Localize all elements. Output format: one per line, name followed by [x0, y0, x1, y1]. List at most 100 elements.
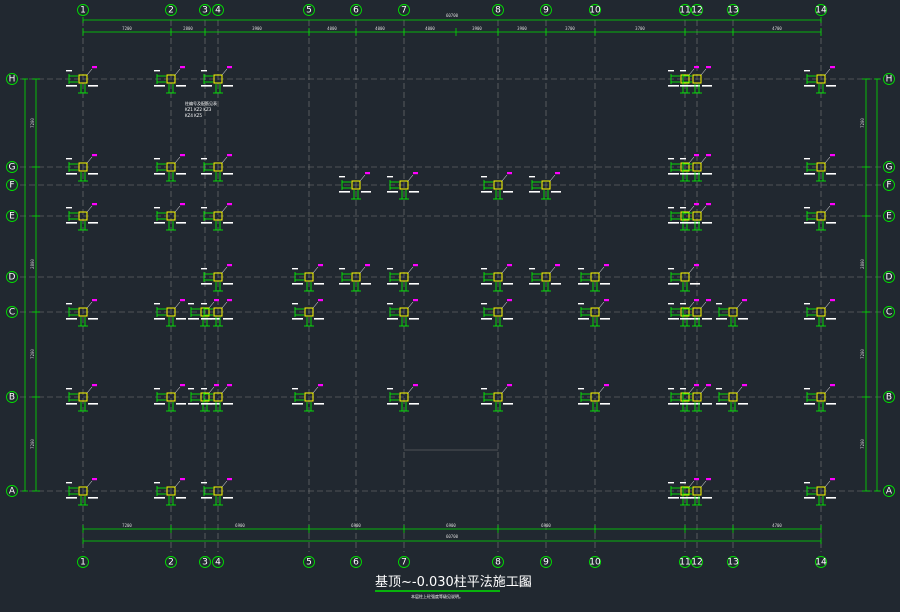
column-annotation: [804, 388, 810, 390]
axis-label: 14: [815, 558, 827, 568]
axis-bubble-14: 14: [815, 556, 827, 568]
column-tag: [180, 478, 185, 481]
axis-bubble-13: 13: [727, 556, 739, 568]
column-2-A: [154, 478, 186, 506]
column-annotation: [188, 303, 194, 305]
column-tag: [318, 384, 323, 387]
column-tag: [413, 264, 418, 267]
leader-line: [221, 480, 228, 488]
axis-label: 2: [168, 558, 174, 568]
column-annotation: [154, 173, 165, 175]
column-annotation: [668, 318, 679, 320]
leader-line: [86, 386, 93, 394]
leader-line: [221, 205, 228, 213]
dimension-text: 3700: [565, 26, 575, 31]
leader-line: [598, 301, 605, 309]
column-tag: [227, 264, 232, 267]
column-7-C: [387, 299, 419, 327]
column-annotation: [188, 318, 199, 320]
column-annotation: [804, 482, 810, 484]
leader-line: [407, 266, 414, 274]
column-annotation: [292, 388, 298, 390]
column-annotation: [201, 268, 207, 270]
axis-bubble-14: 14: [815, 4, 827, 16]
column-annotation: [154, 403, 165, 405]
axis-label: F: [886, 181, 891, 191]
column-annotation: [738, 318, 748, 320]
axis-bubble-6: 6: [350, 556, 362, 568]
column-8-B: [481, 384, 513, 412]
leader-line: [501, 386, 508, 394]
axis-label: 6: [353, 6, 359, 16]
column-1-G: [66, 154, 98, 182]
column-annotation: [409, 403, 419, 405]
leader-line: [221, 266, 228, 274]
dimension-text: 7200: [860, 349, 865, 359]
axis-label: 3: [202, 558, 208, 568]
column-annotation: [387, 388, 393, 390]
axis-bubble-B: B: [6, 391, 18, 403]
column-annotation: [826, 318, 836, 320]
column-annotation: [826, 85, 836, 87]
leader-line: [549, 174, 556, 182]
column-tag: [413, 172, 418, 175]
leader-line: [86, 480, 93, 488]
column-tag: [694, 203, 699, 206]
leader-line: [688, 386, 695, 394]
column-annotation: [578, 303, 584, 305]
axis-grid-lines: [20, 20, 882, 552]
leader-line: [736, 301, 743, 309]
axis-bubble-11: 11: [679, 556, 691, 568]
dimension-text: 3900: [472, 26, 482, 31]
column-annotation: [529, 268, 535, 270]
column-tag: [227, 384, 232, 387]
column-6-F: [339, 172, 371, 200]
dimension-text: 4700: [772, 26, 782, 31]
column-7-D: [387, 264, 419, 292]
column-annotation: [176, 497, 186, 499]
column-annotation: [578, 388, 584, 390]
column-tag: [706, 299, 711, 302]
axis-label: 12: [691, 558, 702, 568]
column-tag: [507, 384, 512, 387]
column-tag: [830, 384, 835, 387]
leader-line: [174, 480, 181, 488]
axis-label: G: [9, 163, 16, 173]
column-tag: [365, 172, 370, 175]
dimension-text: 6900: [351, 523, 361, 528]
column-annotation: [680, 158, 686, 160]
axis-label: 5: [306, 6, 312, 16]
column-annotation: [804, 403, 815, 405]
column-tag: [706, 384, 711, 387]
leader-line: [174, 156, 181, 164]
column-annotation: [668, 303, 674, 305]
axis-bubble-E: E: [883, 210, 895, 222]
column-annotation: [88, 497, 98, 499]
column-annotation: [387, 403, 398, 405]
column-14-B: [804, 384, 836, 412]
axis-bubble-C: C: [883, 306, 895, 318]
dimension-text: 7200: [860, 118, 865, 128]
column-12-E: [680, 203, 712, 231]
column-8-F: [481, 172, 513, 200]
axis-label: 11: [679, 6, 690, 16]
column-4-B: [201, 384, 233, 412]
leader-line: [700, 301, 707, 309]
leader-line: [700, 68, 707, 76]
column-annotation: [680, 303, 686, 305]
leader-line: [501, 301, 508, 309]
axis-bubble-5: 5: [303, 4, 315, 16]
dimension-text: 4000: [425, 26, 435, 31]
axis-bubble-3: 3: [199, 556, 211, 568]
column-annotation: [680, 388, 686, 390]
legend-line: 柱编号及配筋见表: [185, 100, 217, 106]
axis-label: D: [9, 273, 16, 283]
leader-line: [407, 386, 414, 394]
column-annotation: [826, 497, 836, 499]
column-tag: [180, 299, 185, 302]
column-annotation: [292, 303, 298, 305]
column-tag: [507, 264, 512, 267]
column-2-B: [154, 384, 186, 412]
leader-line: [86, 205, 93, 213]
column-tag: [318, 299, 323, 302]
